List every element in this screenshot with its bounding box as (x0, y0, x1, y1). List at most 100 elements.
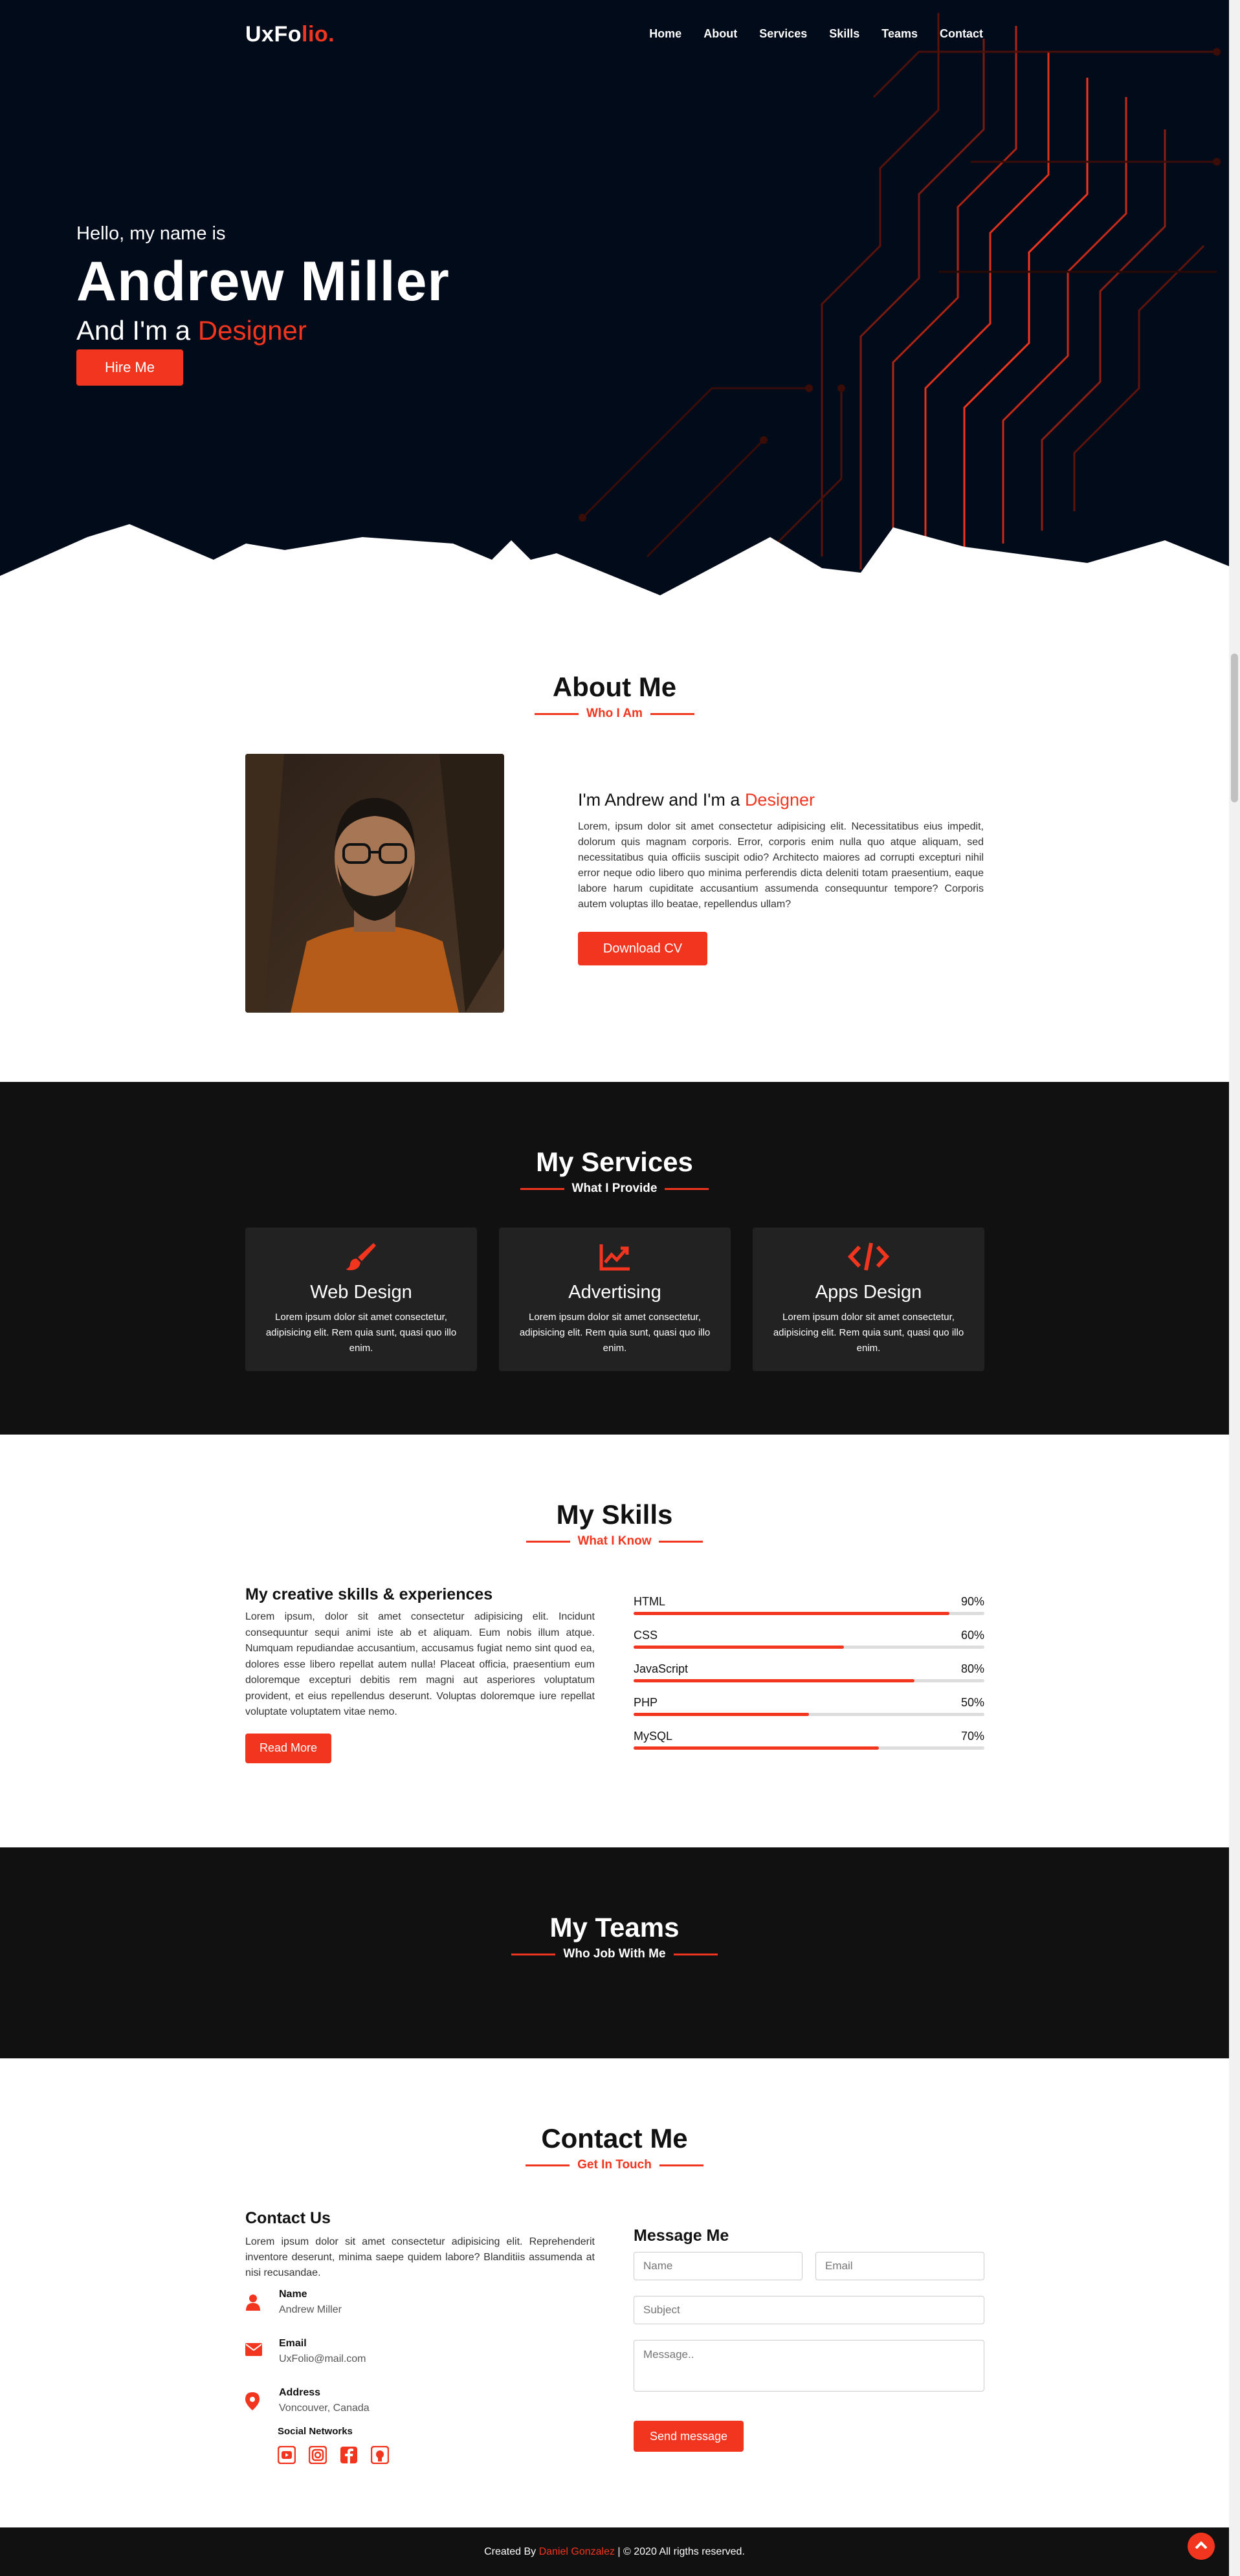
footer: Created By Daniel Gonzalez | © 2020 All … (0, 2527, 1229, 2576)
skill-html: HTML 90% (634, 1595, 984, 1629)
message-me-heading: Message Me (634, 2227, 729, 2245)
top-nav: UxFolio. Home About Services Skills Team… (0, 0, 1229, 67)
skill-name: JavaScript (634, 1662, 689, 1675)
map-pin-icon (245, 2392, 260, 2410)
hire-me-button[interactable]: Hire Me (76, 349, 183, 386)
contact-info: Contact Us Lorem ipsum dolor sit amet co… (245, 2209, 595, 2464)
service-text: Lorem ipsum dolor sit amet consectetur, … (519, 1312, 711, 1354)
nav-skills-link[interactable]: Skills (829, 27, 859, 41)
page: UxFolio. Home About Services Skills Team… (0, 0, 1229, 2576)
send-message-button[interactable]: Send message (634, 2421, 744, 2452)
skill-name: MySQL (634, 1730, 673, 1743)
about-text: I'm Andrew and I'm a Designer Lorem, ips… (578, 790, 984, 965)
code-icon (848, 1242, 889, 1271)
nav-teams-link[interactable]: Teams (881, 27, 918, 41)
skill-name: PHP (634, 1696, 658, 1709)
skill-progress-track (634, 1612, 984, 1615)
about-section: About Me Who I Am I'm Andrew and I'm a D… (0, 599, 1229, 1082)
hero-text: Hello, my name is Andrew Miller And I'm … (76, 223, 450, 346)
contact-us-paragraph: Lorem ipsum dolor sit amet consectetur a… (245, 2236, 595, 2278)
hero-role-prefix: And I'm a (76, 315, 198, 346)
brand-logo[interactable]: UxFolio. (245, 22, 335, 47)
hero-greeting: Hello, my name is (76, 223, 226, 244)
about-heading-prefix: I'm Andrew and I'm a (578, 790, 745, 809)
about-heading-accent: Designer (744, 790, 815, 809)
read-more-button[interactable]: Read More (245, 1733, 331, 1763)
contact-us-heading: Contact Us (245, 2209, 331, 2227)
scroll-to-top-button[interactable] (1188, 2533, 1215, 2560)
skill-progress-track (634, 1746, 984, 1750)
contact-title: Contact Me (541, 2123, 688, 2153)
about-subtitle-text: Who I Am (586, 707, 643, 720)
contact-info-label: Email (279, 2338, 307, 2349)
skills-subtitle: What I Know (0, 1534, 1229, 1548)
skill-percent: 50% (960, 1696, 984, 1709)
email-input[interactable] (815, 2252, 984, 2280)
contact-subtitle-text: Get In Touch (577, 2158, 652, 2172)
skill-javascript: JavaScript 80% (634, 1662, 984, 1696)
social-links (278, 2446, 595, 2464)
service-card-apps-design: Apps Design Lorem ipsum dolor sit amet c… (753, 1227, 984, 1371)
contact-address: Address Voncouver, Canada (245, 2387, 595, 2428)
footer-copyright: | © 2020 All rigths reserved. (614, 2546, 745, 2557)
skill-percent: 90% (960, 1595, 984, 1608)
page-scrollbar[interactable] (1229, 0, 1240, 2576)
message-form: Message Me Send message (634, 2227, 984, 2452)
about-heading: I'm Andrew and I'm a Designer (578, 790, 984, 810)
services-section: My Services What I Provide Web Design Lo… (0, 1082, 1229, 1435)
services-subtitle: What I Provide (0, 1182, 1229, 1196)
hero-role: And I'm a Designer (76, 315, 450, 346)
contact-info-label: Address (279, 2387, 321, 2398)
contact-section: Contact Me Get In Touch Contact Us Lorem… (0, 2058, 1229, 2527)
skill-progress-fill (634, 1713, 809, 1716)
brush-icon (346, 1243, 376, 1270)
instagram-icon[interactable] (309, 2446, 327, 2464)
skills-intro: My creative skills & experiences Lorem i… (245, 1585, 595, 1763)
service-card-advertising: Advertising Lorem ipsum dolor sit amet c… (499, 1227, 731, 1371)
nav-services-link[interactable]: Services (759, 27, 807, 41)
skill-percent: 60% (960, 1629, 984, 1642)
services-subtitle-text: What I Provide (571, 1182, 658, 1195)
footer-author-link[interactable]: Daniel Gonzalez (539, 2546, 615, 2557)
skill-progress-fill (634, 1679, 914, 1682)
contact-name: Name Andrew Miller (245, 2289, 595, 2330)
download-cv-button[interactable]: Download CV (578, 932, 707, 965)
skill-php: PHP 50% (634, 1696, 984, 1730)
skill-progress-fill (634, 1646, 845, 1649)
nav-contact-link[interactable]: Contact (940, 27, 983, 41)
skill-css: CSS 60% (634, 1629, 984, 1662)
scrollbar-thumb[interactable] (1231, 654, 1238, 802)
facebook-icon[interactable] (340, 2446, 358, 2464)
profile-photo (245, 754, 504, 1013)
nav-about-link[interactable]: About (703, 27, 737, 41)
hero-role-accent: Designer (197, 315, 307, 346)
footer-prefix: Created By (484, 2546, 539, 2557)
nav-home-link[interactable]: Home (649, 27, 681, 41)
skills-section: My Skills What I Know My creative skills… (0, 1435, 1229, 1847)
subject-input[interactable] (634, 2296, 984, 2324)
skill-progress-fill (634, 1746, 880, 1750)
skill-progress-track (634, 1679, 984, 1682)
envelope-icon (245, 2343, 262, 2356)
contact-info-label: Name (279, 2289, 307, 2300)
contact-info-value[interactable]: UxFolio@mail.com (279, 2353, 366, 2365)
about-paragraph: Lorem, ipsum dolor sit amet consectetur … (578, 821, 984, 910)
chart-line-icon (599, 1244, 630, 1271)
user-icon (246, 2295, 260, 2311)
skill-name: CSS (634, 1629, 658, 1642)
hero-name: Andrew Miller (76, 250, 450, 313)
skill-percent: 80% (960, 1662, 984, 1675)
teams-subtitle-text: Who Job With Me (563, 1947, 666, 1961)
youtube-icon[interactable] (278, 2446, 296, 2464)
skill-mysql: MySQL 70% (634, 1730, 984, 1763)
message-textarea[interactable] (634, 2340, 984, 2392)
teams-subtitle: Who Job With Me (0, 1947, 1229, 1961)
skills-paragraph: Lorem ipsum, dolor sit amet consectetur … (245, 1611, 595, 1717)
skill-progress-track (634, 1646, 984, 1649)
github-icon[interactable] (371, 2446, 389, 2464)
skill-percent: 70% (960, 1730, 984, 1743)
skills-subtitle-text: What I Know (577, 1534, 652, 1548)
skill-progress-fill (634, 1612, 949, 1615)
teams-title: My Teams (549, 1912, 680, 1943)
name-input[interactable] (634, 2252, 803, 2280)
